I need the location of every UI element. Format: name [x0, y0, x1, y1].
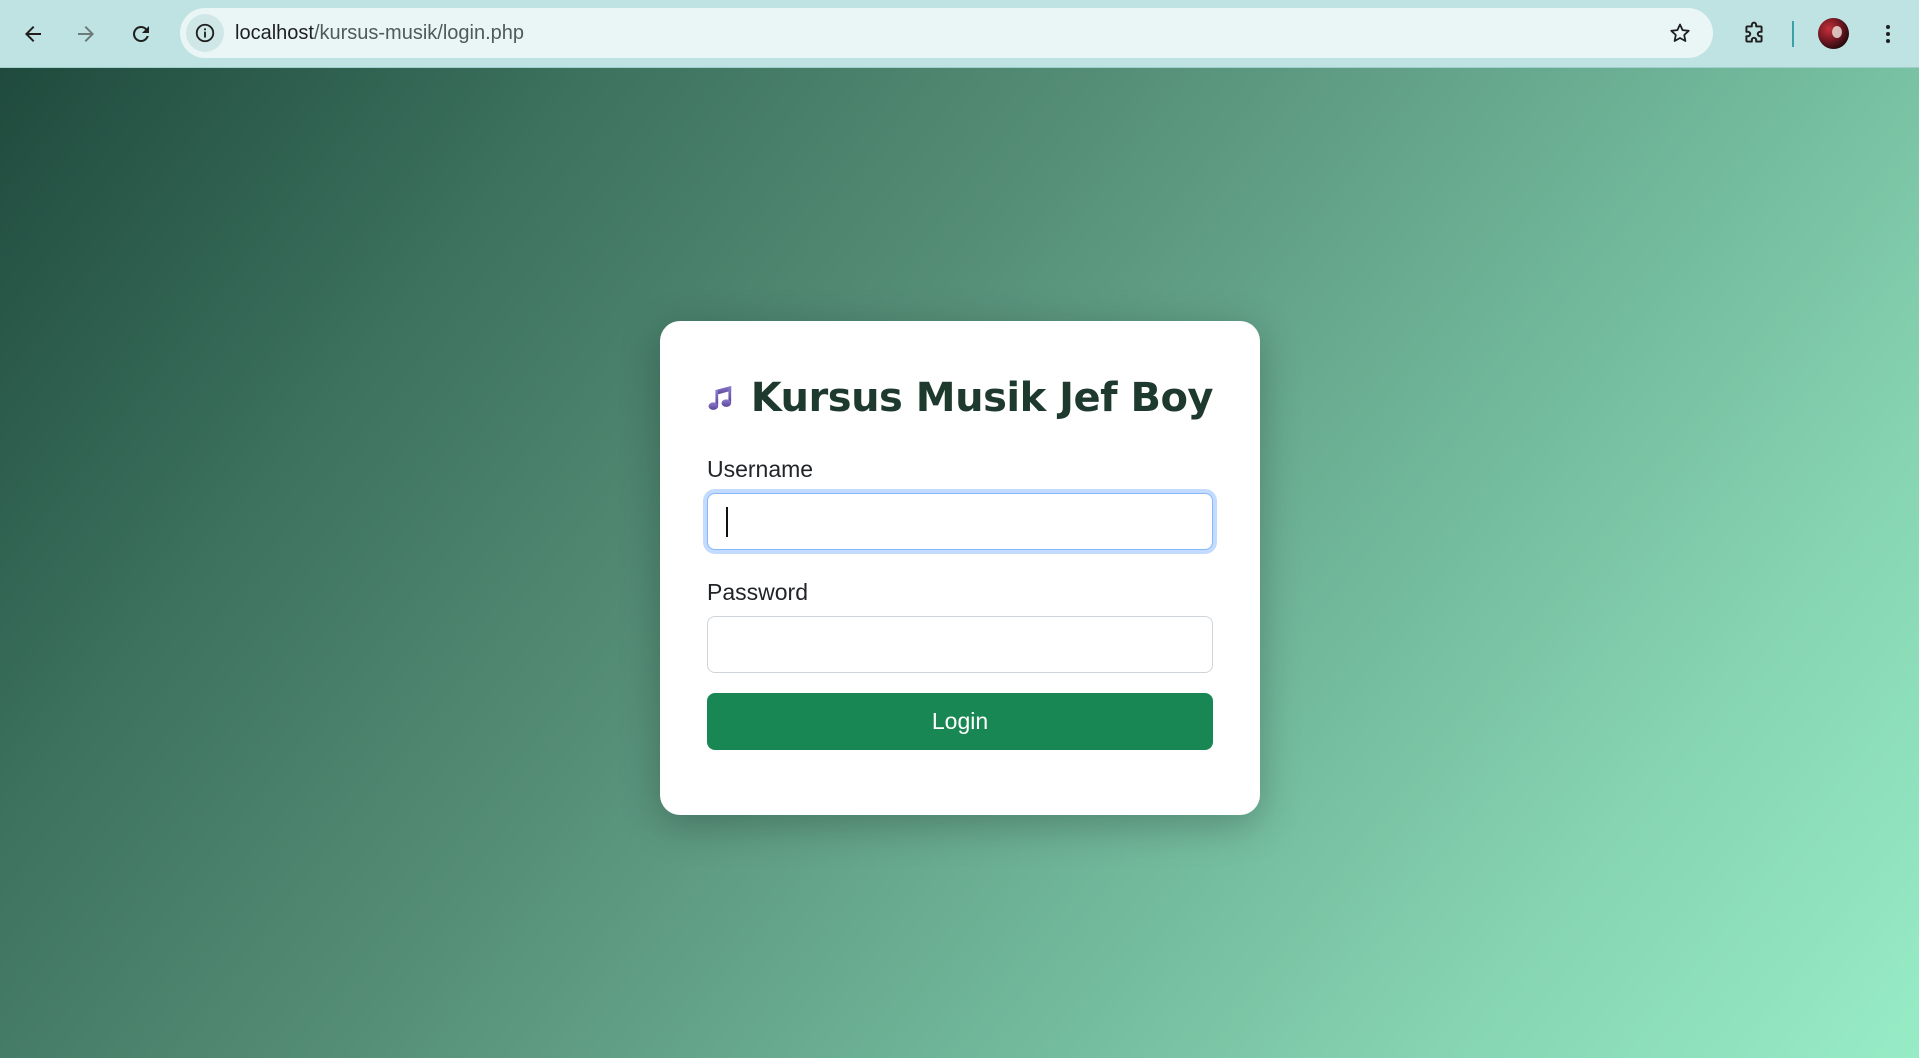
browser-window: localhost/kursus-musik/login.php Kursus … — [0, 0, 1919, 1058]
kebab-menu-icon — [1886, 25, 1890, 43]
password-input[interactable] — [707, 616, 1213, 673]
puzzle-icon — [1745, 21, 1763, 43]
login-button[interactable]: Login — [707, 693, 1213, 750]
page-title: Kursus Musik Jef Boy — [750, 375, 1214, 421]
text-caret — [726, 507, 728, 537]
username-label: Username — [707, 456, 814, 482]
browser-toolbar: localhost/kursus-musik/login.php — [0, 0, 1919, 68]
page-background: Kursus Musik Jef Boy Username Password L… — [0, 68, 1919, 1058]
username-field-wrapper — [707, 493, 1213, 550]
reload-icon — [132, 25, 149, 42]
login-card: Kursus Musik Jef Boy Username Password L… — [660, 321, 1260, 815]
username-input[interactable] — [707, 493, 1213, 550]
arrow-right-icon — [78, 26, 94, 42]
arrow-left-icon — [25, 26, 41, 42]
password-label: Password — [707, 579, 808, 605]
info-icon — [195, 23, 215, 43]
url-text: localhost/kursus-musik/login.php — [235, 8, 524, 58]
forward-button[interactable] — [65, 13, 107, 55]
url-host: localhost — [235, 22, 314, 44]
bookmark-button[interactable] — [1661, 14, 1699, 52]
back-button[interactable] — [12, 13, 54, 55]
menu-button[interactable] — [1867, 13, 1909, 55]
extensions-button[interactable] — [1733, 13, 1775, 55]
site-info-button[interactable] — [186, 14, 224, 52]
music-note-icon — [708, 385, 732, 410]
profile-avatar[interactable] — [1818, 18, 1849, 49]
login-title: Kursus Musik Jef Boy — [707, 369, 1214, 427]
address-bar[interactable]: localhost/kursus-musik/login.php — [180, 8, 1713, 58]
star-icon — [1670, 23, 1690, 42]
toolbar-divider — [1792, 21, 1794, 47]
reload-button[interactable] — [120, 13, 162, 55]
url-path: /kursus-musik/login.php — [313, 22, 525, 44]
